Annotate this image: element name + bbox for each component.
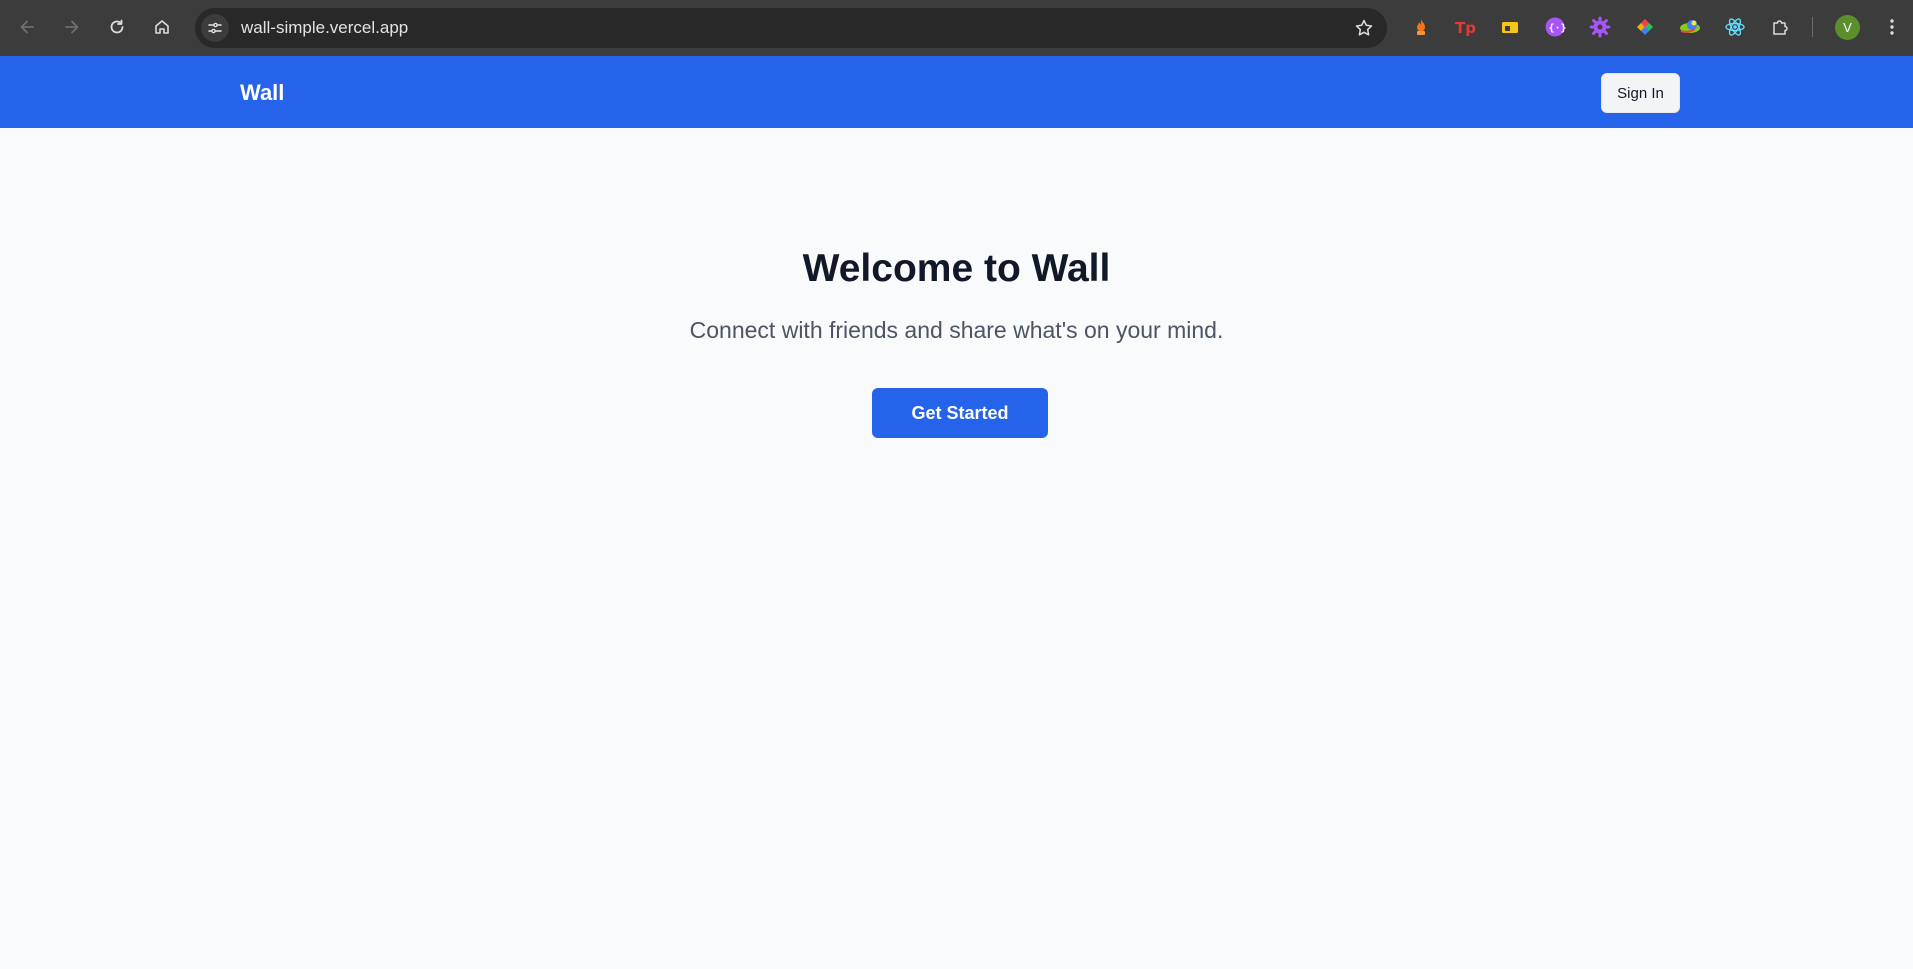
gear-extension-icon[interactable] [1588,15,1612,39]
url-text[interactable]: wall-simple.vercel.app [241,18,408,38]
svg-text:{·}: {·} [1549,23,1567,34]
reload-icon [110,19,124,34]
profile-avatar[interactable]: V [1835,15,1860,40]
profile-initial: V [1843,20,1852,35]
hero-title: Welcome to Wall [802,247,1111,290]
puzzle-icon [1773,20,1788,35]
sign-in-button[interactable]: Sign In [1601,73,1680,113]
browser-toolbar: wall-simple.vercel.app Tp {·} V [0,0,1913,56]
browser-menu-button[interactable] [1880,15,1904,39]
tp-extension-icon[interactable]: Tp [1453,15,1477,39]
address-bar[interactable]: wall-simple.vercel.app [195,8,1387,48]
react-devtools-extension-icon[interactable] [1723,15,1747,39]
brand-logo[interactable]: Wall [240,80,284,106]
extensions-menu-button[interactable] [1768,15,1792,39]
forward-button[interactable] [58,13,86,41]
app-header: Wall Sign In [0,56,1913,128]
home-icon [155,20,169,34]
toolbar-divider [1812,17,1813,37]
star-icon [1355,19,1373,36]
main-content: Welcome to Wall Connect with friends and… [0,128,1913,969]
tune-icon [208,22,222,34]
code-extension-icon[interactable]: {·} [1543,15,1567,39]
home-button[interactable] [148,13,176,41]
flame-extension-icon[interactable] [1409,15,1433,39]
folder-extension-icon[interactable] [1498,15,1522,39]
svg-text:Tp: Tp [1455,19,1476,37]
eye-dropper-extension-icon[interactable] [1678,15,1702,39]
site-info-button[interactable] [201,14,229,42]
kebab-icon [1890,19,1894,35]
hero-subtitle: Connect with friends and share what's on… [689,317,1224,343]
back-button[interactable] [13,13,41,41]
color-picker-extension-icon[interactable] [1633,15,1657,39]
reload-button[interactable] [103,13,131,41]
bookmark-button[interactable] [1353,17,1375,39]
arrow-left-icon [20,20,34,34]
get-started-button[interactable]: Get Started [872,388,1048,438]
arrow-right-icon [65,20,79,34]
